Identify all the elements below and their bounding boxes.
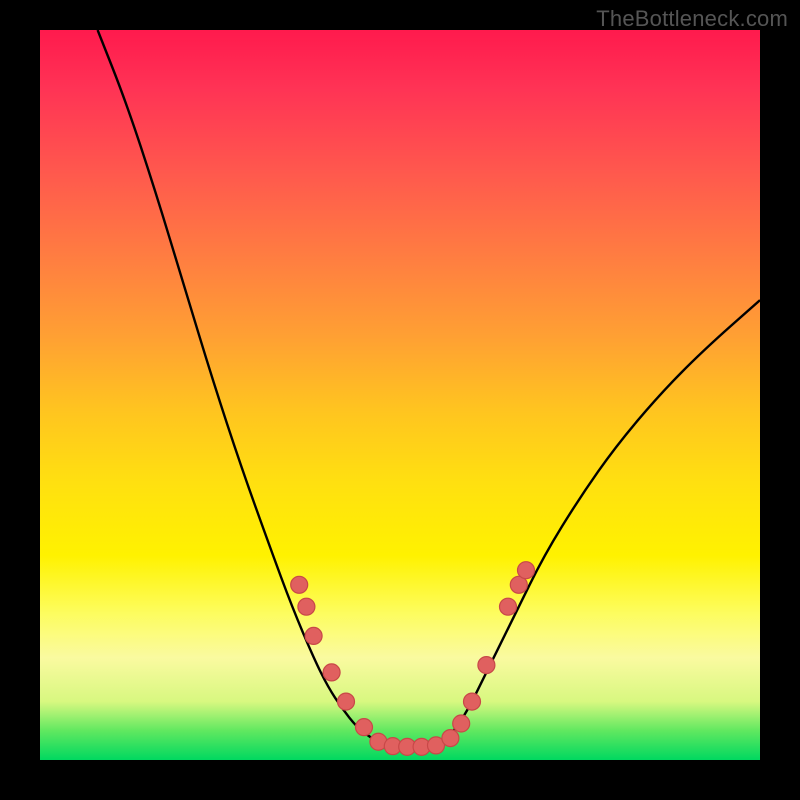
data-point bbox=[356, 719, 373, 736]
data-point bbox=[291, 576, 308, 593]
bottleneck-curve bbox=[98, 30, 760, 747]
data-point bbox=[453, 715, 470, 732]
data-point bbox=[428, 737, 445, 754]
data-point bbox=[305, 627, 322, 644]
data-point bbox=[518, 562, 535, 579]
data-point bbox=[413, 738, 430, 755]
plot-area bbox=[40, 30, 760, 760]
data-point bbox=[384, 738, 401, 755]
data-point bbox=[510, 576, 527, 593]
data-point bbox=[464, 693, 481, 710]
data-point bbox=[478, 657, 495, 674]
data-point bbox=[399, 738, 416, 755]
data-point bbox=[323, 664, 340, 681]
chart-svg bbox=[40, 30, 760, 760]
data-point bbox=[500, 598, 517, 615]
watermark-label: TheBottleneck.com bbox=[596, 6, 788, 32]
data-point bbox=[298, 598, 315, 615]
data-point bbox=[370, 733, 387, 750]
data-point bbox=[338, 693, 355, 710]
data-point bbox=[442, 730, 459, 747]
